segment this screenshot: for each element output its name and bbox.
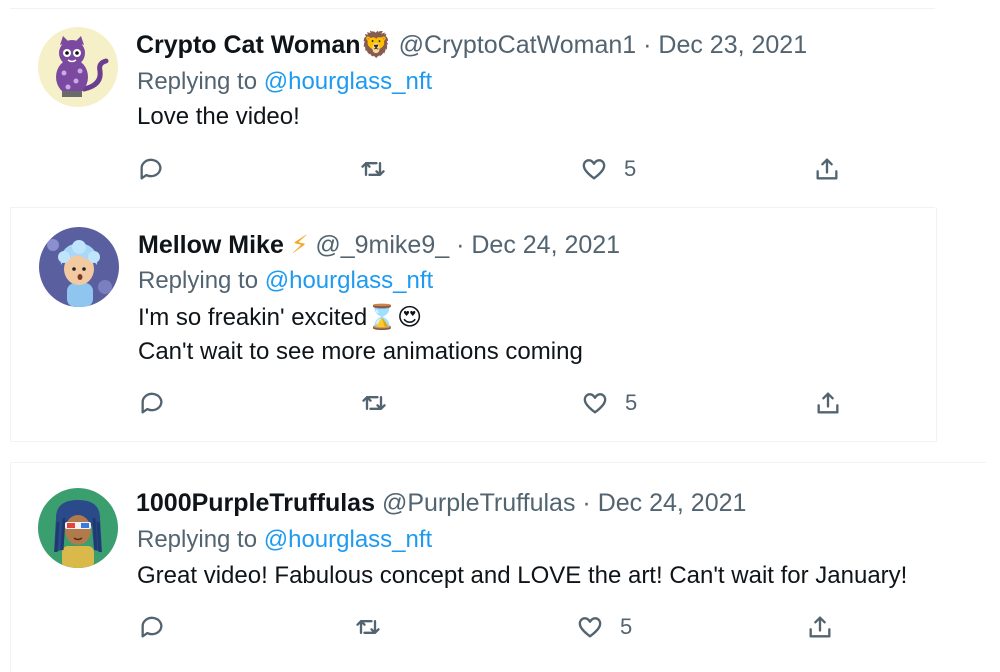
purple-cat-monster-avatar-icon — [38, 27, 118, 107]
replying-to: Replying to @hourglass_nft — [137, 525, 432, 555]
tweet-text-line: Great video! Fabulous concept and LOVE t… — [137, 562, 908, 589]
reply-button[interactable] — [137, 155, 165, 183]
display-name[interactable]: Mellow Mike — [138, 231, 284, 259]
like-button[interactable]: 5 — [576, 613, 632, 641]
avatar[interactable] — [39, 227, 119, 307]
heart-icon — [582, 159, 606, 180]
retweet-button[interactable] — [360, 389, 388, 417]
timestamp[interactable]: Dec 23, 2021 — [658, 31, 807, 59]
share-icon — [816, 158, 838, 180]
replying-handle-link[interactable]: @hourglass_nft — [264, 526, 432, 553]
tweet-text-line: I'm so freakin' excited⌛😍 — [138, 304, 423, 331]
tweet-actions: 5 — [138, 389, 858, 425]
replying-handle-link[interactable]: @hourglass_nft — [265, 267, 433, 294]
share-button[interactable] — [813, 155, 841, 183]
blue-haired-character-avatar-icon — [39, 227, 119, 307]
retweet-icon — [356, 620, 380, 634]
like-count: 5 — [624, 156, 637, 181]
handle[interactable]: @_9mike9_ — [315, 231, 449, 259]
tweet-header: Crypto Cat Woman🦁 @CryptoCatWoman1 · Dec… — [136, 30, 807, 60]
display-name[interactable]: Crypto Cat Woman — [136, 31, 361, 59]
share-icon — [809, 616, 831, 638]
display-name[interactable]: 1000PurpleTruffulas — [136, 489, 375, 517]
tweet-text: I'm so freakin' excited⌛😍 Can't wait to … — [138, 301, 583, 369]
avatar[interactable] — [38, 27, 118, 107]
reply-tweet[interactable]: Crypto Cat Woman🦁 @CryptoCatWoman1 · Dec… — [0, 0, 1000, 208]
share-button[interactable] — [814, 389, 842, 417]
separator: · — [456, 231, 465, 259]
replying-to: Replying to @hourglass_nft — [138, 266, 433, 296]
replying-label: Replying to — [137, 526, 258, 553]
heart-icon — [583, 393, 607, 414]
replying-label: Replying to — [137, 68, 258, 95]
replying-handle-link[interactable]: @hourglass_nft — [264, 68, 432, 95]
tweet-header: Mellow Mike ⚡ @_9mike9_ · Dec 24, 2021 — [138, 230, 620, 260]
timestamp[interactable]: Dec 24, 2021 — [471, 231, 620, 259]
avatar[interactable] — [38, 488, 118, 568]
reply-icon — [140, 158, 162, 180]
replying-label: Replying to — [138, 267, 259, 294]
timestamp[interactable]: Dec 24, 2021 — [598, 489, 747, 517]
reply-icon — [141, 616, 163, 638]
like-button[interactable]: 5 — [580, 155, 636, 183]
tweet-actions: 5 — [138, 613, 858, 649]
share-icon — [817, 392, 839, 414]
tweet-text: Love the video! — [137, 100, 300, 134]
divider — [11, 462, 986, 463]
retweet-icon — [362, 396, 386, 410]
reply-button[interactable] — [138, 389, 166, 417]
share-button[interactable] — [806, 613, 834, 641]
reply-button[interactable] — [138, 613, 166, 641]
heart-icon — [578, 617, 602, 638]
divider — [10, 8, 935, 9]
tweet-header: 1000PurpleTruffulas @PurpleTruffulas · D… — [136, 488, 746, 518]
name-emoji: ⚡ — [290, 231, 309, 259]
divider — [11, 441, 936, 442]
retweet-button[interactable] — [354, 613, 382, 641]
reply-tweet[interactable]: Mellow Mike ⚡ @_9mike9_ · Dec 24, 2021 R… — [10, 208, 937, 442]
dreadlocks-character-avatar-icon — [38, 488, 118, 568]
tweet-text: Great video! Fabulous concept and LOVE t… — [137, 559, 907, 593]
reply-icon — [141, 392, 163, 414]
separator: · — [582, 489, 591, 517]
like-button[interactable]: 5 — [581, 389, 637, 417]
handle[interactable]: @CryptoCatWoman1 — [399, 31, 637, 59]
handle[interactable]: @PurpleTruffulas — [382, 489, 576, 517]
tweet-text-line: Can't wait to see more animations coming — [138, 338, 583, 365]
retweet-button[interactable] — [359, 155, 387, 183]
reply-tweet[interactable]: 1000PurpleTruffulas @PurpleTruffulas · D… — [10, 462, 986, 672]
replying-to: Replying to @hourglass_nft — [137, 67, 432, 97]
like-count: 5 — [625, 390, 638, 415]
tweet-text-line: Love the video! — [137, 103, 300, 130]
name-emoji: 🦁 — [360, 31, 392, 59]
retweet-icon — [361, 162, 385, 176]
like-count: 5 — [620, 614, 633, 639]
separator: · — [643, 31, 652, 59]
tweet-actions: 5 — [137, 155, 857, 191]
